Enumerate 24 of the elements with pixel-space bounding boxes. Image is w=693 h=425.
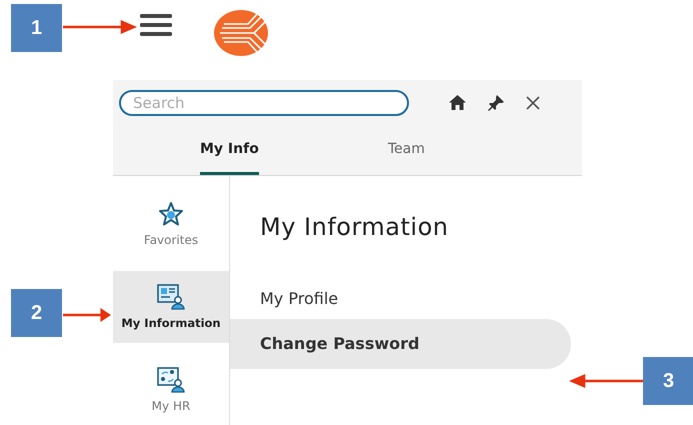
search-field[interactable]: Search [119,90,409,116]
tab[interactable]: My Info [200,125,259,175]
logo-icon [214,10,268,56]
sidebar-label: My HR [152,399,190,414]
sidebar-label: My Information [121,316,221,330]
menu-icon[interactable] [140,14,172,36]
sidebar-item[interactable]: Favorites [113,188,229,260]
menu-link[interactable]: Change Password [230,319,571,369]
callout-arrow [63,308,111,322]
tab[interactable]: Team [388,125,425,175]
callout-number: 1 [11,4,62,52]
sidebar-item[interactable]: My Information [113,271,229,343]
close-icon[interactable] [526,96,540,110]
id-card-icon [157,284,185,310]
home-icon[interactable] [449,95,466,110]
callout-number: 3 [643,357,693,405]
pin-icon[interactable] [488,94,504,110]
sidebar-label: Favorites [144,232,198,247]
callout-number: 2 [11,289,62,337]
menu-link[interactable]: My Profile [230,289,571,319]
page-heading: My Information [260,213,450,241]
people-board-icon [157,367,185,394]
star-icon [158,200,184,227]
sidebar-item[interactable]: My HR [113,354,229,425]
